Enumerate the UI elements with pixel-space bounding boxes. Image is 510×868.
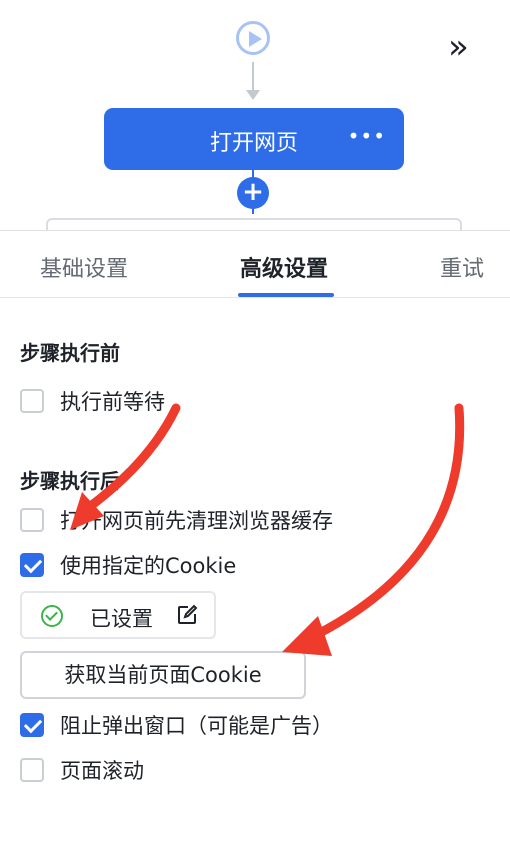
more-icon[interactable]: ••• [348,126,386,146]
option-label: 阻止弹出窗口（可能是广告） [60,714,333,738]
option-label: 执行前等待 [60,390,165,414]
settings-panel: 基础设置 高级设置 重试 步骤执行前 执行前等待 步骤执行后 打开网页前先清理浏… [0,230,510,868]
option-label: 页面滚动 [60,759,144,783]
option-clear-cache[interactable]: 打开网页前先清理浏览器缓存 [20,507,333,533]
checkbox[interactable] [20,758,44,782]
option-label: 打开网页前先清理浏览器缓存 [60,509,333,533]
checkbox[interactable] [20,389,44,413]
tab-basic-settings[interactable]: 基础设置 [40,251,128,283]
play-circle-icon[interactable] [236,21,270,55]
checkbox[interactable] [20,508,44,532]
add-step-button[interactable]: + [237,177,269,209]
checkbox-checked[interactable] [20,713,44,737]
option-use-cookie[interactable]: 使用指定的Cookie [20,552,236,578]
tab-bar: 基础设置 高级设置 重试 [0,231,510,298]
section-title-before: 步骤执行前 [20,341,120,365]
cookie-status-box[interactable]: 已设置 [20,591,216,639]
cookie-status-text: 已设置 [90,607,153,631]
get-current-page-cookie-button[interactable]: 获取当前页面Cookie [20,651,306,699]
section-title-after: 步骤执行后 [20,469,120,493]
active-tab-indicator [238,293,334,297]
flow-arrow-head [246,90,260,100]
double-chevron-right-icon[interactable]: » [448,30,469,64]
flow-canvas: 打开网页 ••• + » [0,0,510,248]
option-page-scroll[interactable]: 页面滚动 [20,757,144,783]
check-circle-icon [41,605,63,627]
tab-retry[interactable]: 重试 [440,251,484,283]
option-wait-before[interactable]: 执行前等待 [20,388,165,414]
checkbox-checked[interactable] [20,553,44,577]
option-block-popups[interactable]: 阻止弹出窗口（可能是广告） [20,712,333,738]
tab-advanced-settings[interactable]: 高级设置 [240,251,328,283]
flow-node-open-page[interactable]: 打开网页 ••• [104,108,404,170]
option-label: 使用指定的Cookie [60,554,237,578]
edit-icon[interactable] [176,604,198,630]
